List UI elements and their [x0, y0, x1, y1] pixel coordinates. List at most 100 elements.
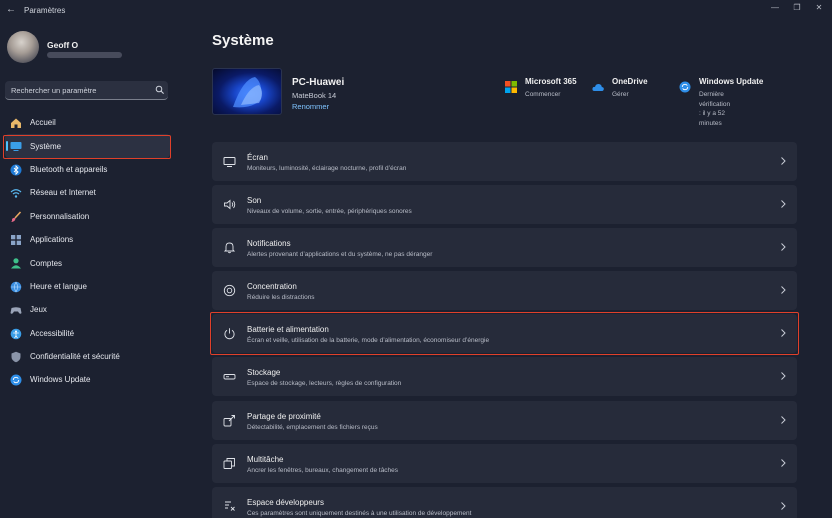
setting-desc: Écran et veille, utilisation de la batte…: [247, 337, 490, 345]
sidebar-item-bluetooth[interactable]: Bluetooth et appareils: [0, 158, 175, 181]
setting-multitache[interactable]: Multitâche Ancrer les fenêtres, bureaux,…: [212, 443, 797, 483]
device-name: PC-Huawei: [292, 77, 345, 88]
sidebar-item-heure-langue[interactable]: Heure et langue: [0, 275, 175, 298]
system-icon: [10, 142, 22, 152]
developer-icon: [225, 501, 235, 511]
sidebar-item-label: Windows Update: [30, 375, 91, 385]
sidebar-item-jeux[interactable]: Jeux: [0, 298, 175, 321]
back-button[interactable]: ←: [6, 4, 16, 15]
setting-desc: Moniteurs, luminosité, éclairage nocturn…: [247, 165, 407, 172]
page-title: Système: [212, 32, 274, 49]
gamepad-icon: [10, 307, 22, 314]
sidebar-item-windows-update[interactable]: Windows Update: [0, 368, 175, 391]
user-email-redacted: [47, 52, 122, 58]
sidebar-item-label: Comptes: [30, 258, 63, 268]
power-icon: [224, 328, 235, 340]
minimize-button[interactable]: —: [768, 3, 782, 12]
avatar[interactable]: [7, 31, 39, 63]
setting-title: Batterie et alimentation: [247, 325, 329, 335]
chevron-right-icon: [781, 286, 786, 295]
chevron-right-icon: [781, 501, 786, 510]
setting-desc: Ces paramètres sont uniquement destinés …: [247, 509, 472, 517]
brush-icon: [11, 211, 22, 222]
setting-son[interactable]: Son Niveaux de volume, sortie, entrée, p…: [212, 185, 797, 225]
rename-link[interactable]: Renommer: [292, 102, 329, 111]
sidebar-item-label: Applications: [30, 235, 74, 245]
storage-icon: [223, 374, 236, 380]
setting-batterie[interactable]: Batterie et alimentation Écran et veille…: [212, 314, 797, 354]
sidebar-item-label: Accessibilité: [30, 328, 75, 338]
service-sub: Gérer: [612, 91, 629, 98]
focus-icon: [223, 285, 236, 297]
setting-title: Notifications: [247, 239, 291, 249]
service-sub-line1: Dernière vérification : il y a 52: [699, 91, 731, 117]
window-title: Paramètres: [24, 6, 66, 15]
setting-title: Écran: [247, 153, 268, 162]
display-icon: [223, 157, 236, 167]
setting-desc: Espace de stockage, lecteurs, règles de …: [247, 380, 402, 388]
chevron-right-icon: [781, 415, 786, 424]
setting-desc: Ancrer les fenêtres, bureaux, changement…: [247, 466, 399, 474]
chevron-right-icon: [781, 243, 786, 252]
search-input[interactable]: [11, 84, 149, 97]
sidebar-nav: Accueil Système Bluetooth et appareils R…: [0, 111, 175, 392]
device-thumbnail: [212, 68, 282, 115]
search-box[interactable]: [5, 81, 168, 100]
setting-title: Son: [247, 196, 262, 206]
multitask-icon: [223, 457, 235, 469]
service-name: Windows Update: [699, 77, 764, 86]
shield-icon: [11, 351, 21, 363]
setting-title: Espace développeurs: [247, 497, 324, 507]
setting-title: Stockage: [247, 368, 281, 378]
home-icon: [11, 118, 21, 128]
bluetooth-icon: [10, 164, 22, 176]
maximize-button[interactable]: ❐: [790, 3, 804, 12]
sidebar-item-systeme[interactable]: Système: [5, 134, 170, 158]
close-button[interactable]: ✕: [812, 3, 826, 12]
update-icon: [679, 81, 691, 93]
service-sub: Commencer: [525, 91, 561, 98]
sidebar-item-label: Heure et langue: [30, 281, 87, 291]
sidebar-item-applications[interactable]: Applications: [0, 228, 175, 251]
apps-icon: [11, 234, 21, 245]
bell-icon: [223, 242, 236, 254]
sidebar-item-label: Personnalisation: [30, 211, 90, 221]
service-name: Microsoft 365: [525, 77, 577, 86]
sidebar-item-label: Système: [30, 141, 62, 151]
chevron-right-icon: [781, 458, 786, 467]
sidebar-item-label: Jeux: [30, 305, 47, 315]
sidebar-item-label: Réseau et Internet: [30, 188, 96, 198]
cloud-icon: [592, 84, 604, 91]
setting-notifications[interactable]: Notifications Alertes provenant d’applic…: [212, 228, 797, 268]
chevron-right-icon: [781, 329, 786, 338]
user-name: Geoff O: [47, 40, 79, 50]
settings-list: Écran Moniteurs, luminosité, éclairage n…: [212, 142, 797, 518]
share-icon: [223, 414, 235, 427]
device-model: MateBook 14: [292, 91, 337, 100]
setting-stockage[interactable]: Stockage Espace de stockage, lecteurs, r…: [212, 357, 797, 397]
sidebar-item-confidentialite[interactable]: Confidentialité et sécurité: [0, 345, 175, 368]
sidebar-item-accueil[interactable]: Accueil: [0, 111, 175, 134]
sidebar-item-accessibilite[interactable]: Accessibilité: [0, 322, 175, 345]
setting-desc: Alertes provenant d’applications et du s…: [247, 251, 433, 259]
chevron-right-icon: [781, 200, 786, 208]
setting-desc: Réduire les distractions: [247, 294, 315, 302]
setting-espace-developpeurs[interactable]: Espace développeurs Ces paramètres sont …: [212, 486, 797, 518]
sidebar-item-label: Accueil: [30, 118, 56, 128]
setting-title: Partage de proximité: [247, 411, 321, 421]
setting-title: Multitâche: [247, 454, 284, 464]
service-sub-line2: minutes: [699, 119, 722, 127]
globe-clock-icon: [10, 281, 22, 293]
sidebar-item-personnalisation[interactable]: Personnalisation: [0, 205, 175, 228]
setting-partage-proximite[interactable]: Partage de proximité Détectabilité, empl…: [212, 400, 797, 440]
account-icon: [11, 258, 21, 269]
microsoft-icon: [505, 81, 517, 93]
sidebar-item-reseau[interactable]: Réseau et Internet: [0, 181, 175, 204]
setting-concentration[interactable]: Concentration Réduire les distractions: [212, 271, 797, 311]
setting-title: Concentration: [247, 282, 297, 292]
sidebar-item-comptes[interactable]: Comptes: [0, 251, 175, 274]
setting-ecran[interactable]: Écran Moniteurs, luminosité, éclairage n…: [212, 142, 797, 181]
setting-desc: Niveaux de volume, sortie, entrée, périp…: [247, 208, 412, 216]
sidebar-item-label: Bluetooth et appareils: [30, 164, 108, 174]
search-icon[interactable]: [155, 85, 165, 95]
